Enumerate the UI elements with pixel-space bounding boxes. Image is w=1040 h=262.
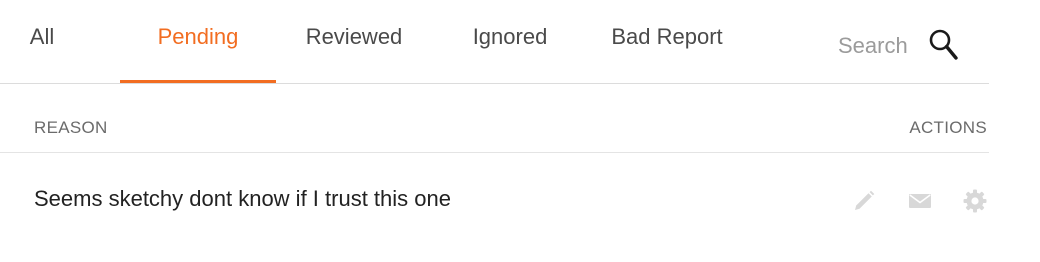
- column-header-actions: ACTIONS: [909, 118, 987, 137]
- reason-text: Seems sketchy dont know if I trust this …: [34, 186, 451, 211]
- mail-icon: [909, 194, 931, 208]
- tab-label: All: [29, 24, 55, 49]
- reports-page: All Pending Reviewed Ignored Bad Report …: [0, 0, 1040, 262]
- edit-icon: [855, 190, 875, 210]
- tab-bar: All Pending Reviewed Ignored Bad Report: [0, 0, 989, 84]
- edit-button[interactable]: [851, 188, 877, 214]
- search-box[interactable]: [838, 28, 958, 62]
- tab-ignored[interactable]: Ignored: [468, 24, 552, 82]
- tab-pending[interactable]: Pending: [120, 24, 276, 83]
- tab-label: Pending: [157, 24, 239, 49]
- table-header: REASON ACTIONS: [0, 84, 989, 153]
- tab-all[interactable]: All: [29, 24, 55, 82]
- tab-label: Bad Report: [611, 24, 723, 49]
- tab-label: Reviewed: [305, 24, 403, 49]
- column-header-reason: REASON: [34, 118, 108, 137]
- message-button[interactable]: [907, 188, 933, 214]
- search-input[interactable]: [838, 33, 918, 59]
- tab-bad-report[interactable]: Bad Report: [606, 24, 728, 82]
- gear-icon: [963, 189, 987, 213]
- settings-button[interactable]: [962, 188, 988, 214]
- tab-label: Ignored: [472, 24, 548, 49]
- tab-reviewed[interactable]: Reviewed: [302, 24, 406, 82]
- table-row: Seems sketchy dont know if I trust this …: [0, 153, 989, 243]
- active-tab-indicator: [120, 80, 276, 83]
- search-icon[interactable]: [928, 28, 958, 62]
